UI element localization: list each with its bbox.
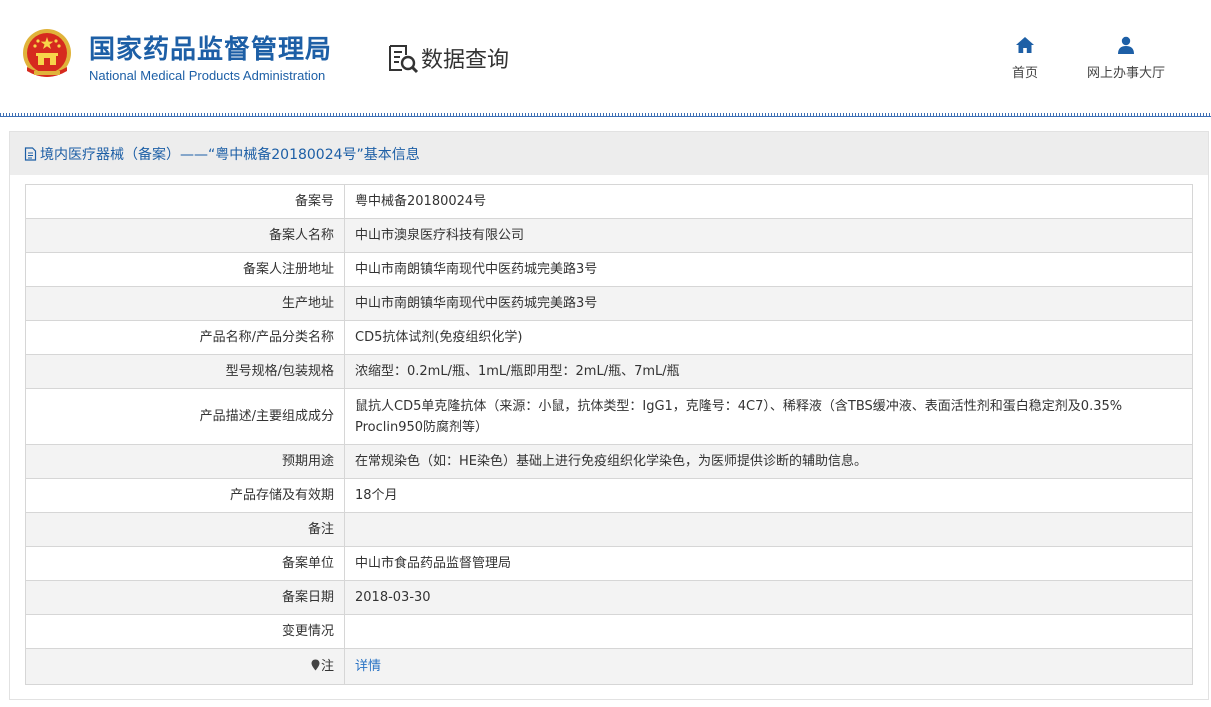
row-value: 18个月: [344, 478, 1193, 513]
header-divider: [0, 113, 1211, 117]
row-value: CD5抗体试剂(免疫组织化学): [344, 320, 1193, 355]
row-label: 型号规格/包装规格: [25, 354, 345, 389]
row-label: 备案日期: [25, 580, 345, 615]
row-value: 中山市南朗镇华南现代中医药城完美路3号: [344, 286, 1193, 321]
nav-hall-label: 网上办事大厅: [1086, 66, 1165, 81]
table-row: 产品名称/产品分类名称 CD5抗体试剂(免疫组织化学): [25, 320, 1193, 355]
document-icon: [24, 146, 37, 161]
agency-name-cn[interactable]: 国家药品监督管理局: [89, 29, 332, 66]
table-row: 型号规格/包装规格 浓缩型：0.2mL/瓶、1mL/瓶即用型：2mL/瓶、7mL…: [25, 354, 1193, 389]
table-row: 备案号 粤中械备20180024号: [25, 184, 1193, 219]
panel-header: 境内医疗器械（备案）——“粤中械备20180024号”基本信息: [10, 132, 1208, 175]
details-link[interactable]: 详情: [355, 659, 381, 674]
site-header: 国家药品监督管理局 National Medical Products Admi…: [0, 0, 1211, 113]
row-label: 产品存储及有效期: [25, 478, 345, 513]
national-emblem-icon: [23, 29, 71, 77]
row-value: 在常规染色（如：HE染色）基础上进行免疫组织化学染色，为医师提供诊断的辅助信息。: [344, 444, 1193, 479]
basic-info-panel: 境内医疗器械（备案）——“粤中械备20180024号”基本信息 备案号 粤中械备…: [9, 131, 1209, 700]
table-row: 注 详情: [25, 648, 1193, 685]
row-value: 浓缩型：0.2mL/瓶、1mL/瓶即用型：2mL/瓶、7mL/瓶: [344, 354, 1193, 389]
data-query-label: 数据查询: [421, 48, 510, 73]
row-value: [344, 614, 1193, 649]
table-row: 备注: [25, 512, 1193, 547]
row-label: 备案号: [25, 184, 345, 219]
row-value: 中山市南朗镇华南现代中医药城完美路3号: [344, 252, 1193, 287]
row-label: 预期用途: [25, 444, 345, 479]
nav-online-service-hall[interactable]: 网上办事大厅: [1078, 36, 1174, 81]
row-value: 详情: [344, 648, 1193, 685]
row-value: 2018-03-30: [344, 580, 1193, 615]
row-label: 备案人名称: [25, 218, 345, 253]
table-row: 备案人名称 中山市澳泉医疗科技有限公司: [25, 218, 1193, 253]
row-value: 粤中械备20180024号: [344, 184, 1193, 219]
basic-info-table: 备案号 粤中械备20180024号 备案人名称 中山市澳泉医疗科技有限公司 备案…: [25, 184, 1193, 685]
row-label: 变更情况: [25, 614, 345, 649]
pin-icon: [311, 659, 320, 671]
row-label: 生产地址: [25, 286, 345, 321]
row-label: 产品描述/主要组成成分: [25, 388, 345, 445]
row-label: 产品名称/产品分类名称: [25, 320, 345, 355]
table-row: 变更情况: [25, 614, 1193, 649]
home-icon: [1016, 37, 1034, 53]
agency-name-en[interactable]: National Medical Products Administration: [89, 68, 325, 83]
table-row: 生产地址 中山市南朗镇华南现代中医药城完美路3号: [25, 286, 1193, 321]
nav-home-label: 首页: [1011, 66, 1038, 81]
row-label: 备案人注册地址: [25, 252, 345, 287]
nav-home[interactable]: 首页: [1004, 36, 1046, 81]
panel-title: 境内医疗器械（备案）——“粤中械备20180024号”基本信息: [40, 146, 420, 163]
table-row: 产品描述/主要组成成分 鼠抗人CD5单克隆抗体（来源：小鼠，抗体类型：IgG1，…: [25, 388, 1193, 445]
table-row: 预期用途 在常规染色（如：HE染色）基础上进行免疫组织化学染色，为医师提供诊断的…: [25, 444, 1193, 479]
row-value: 中山市食品药品监督管理局: [344, 546, 1193, 581]
user-icon: [1118, 36, 1134, 54]
document-search-icon: [389, 45, 419, 74]
row-value-line-1: 鼠抗人CD5单克隆抗体（来源：小鼠，抗体类型：IgG1，克隆号：4C7）、稀释液…: [355, 398, 1123, 414]
row-label: 注: [320, 659, 334, 674]
table-row: 备案日期 2018-03-30: [25, 580, 1193, 615]
row-label: 备注: [25, 512, 345, 547]
table-row: 备案人注册地址 中山市南朗镇华南现代中医药城完美路3号: [25, 252, 1193, 287]
row-label: 备案单位: [25, 546, 345, 581]
row-value: 鼠抗人CD5单克隆抗体（来源：小鼠，抗体类型：IgG1，克隆号：4C7）、稀释液…: [344, 388, 1193, 445]
table-row: 产品存储及有效期 18个月: [25, 478, 1193, 513]
row-value: [344, 512, 1193, 547]
row-value: 中山市澳泉医疗科技有限公司: [344, 218, 1193, 253]
note-label-cell: 注: [25, 648, 345, 685]
table-row: 备案单位 中山市食品药品监督管理局: [25, 546, 1193, 581]
row-value-line-2: Proclin950防腐剂等）: [355, 419, 489, 435]
data-query-title: 数据查询: [387, 42, 509, 74]
